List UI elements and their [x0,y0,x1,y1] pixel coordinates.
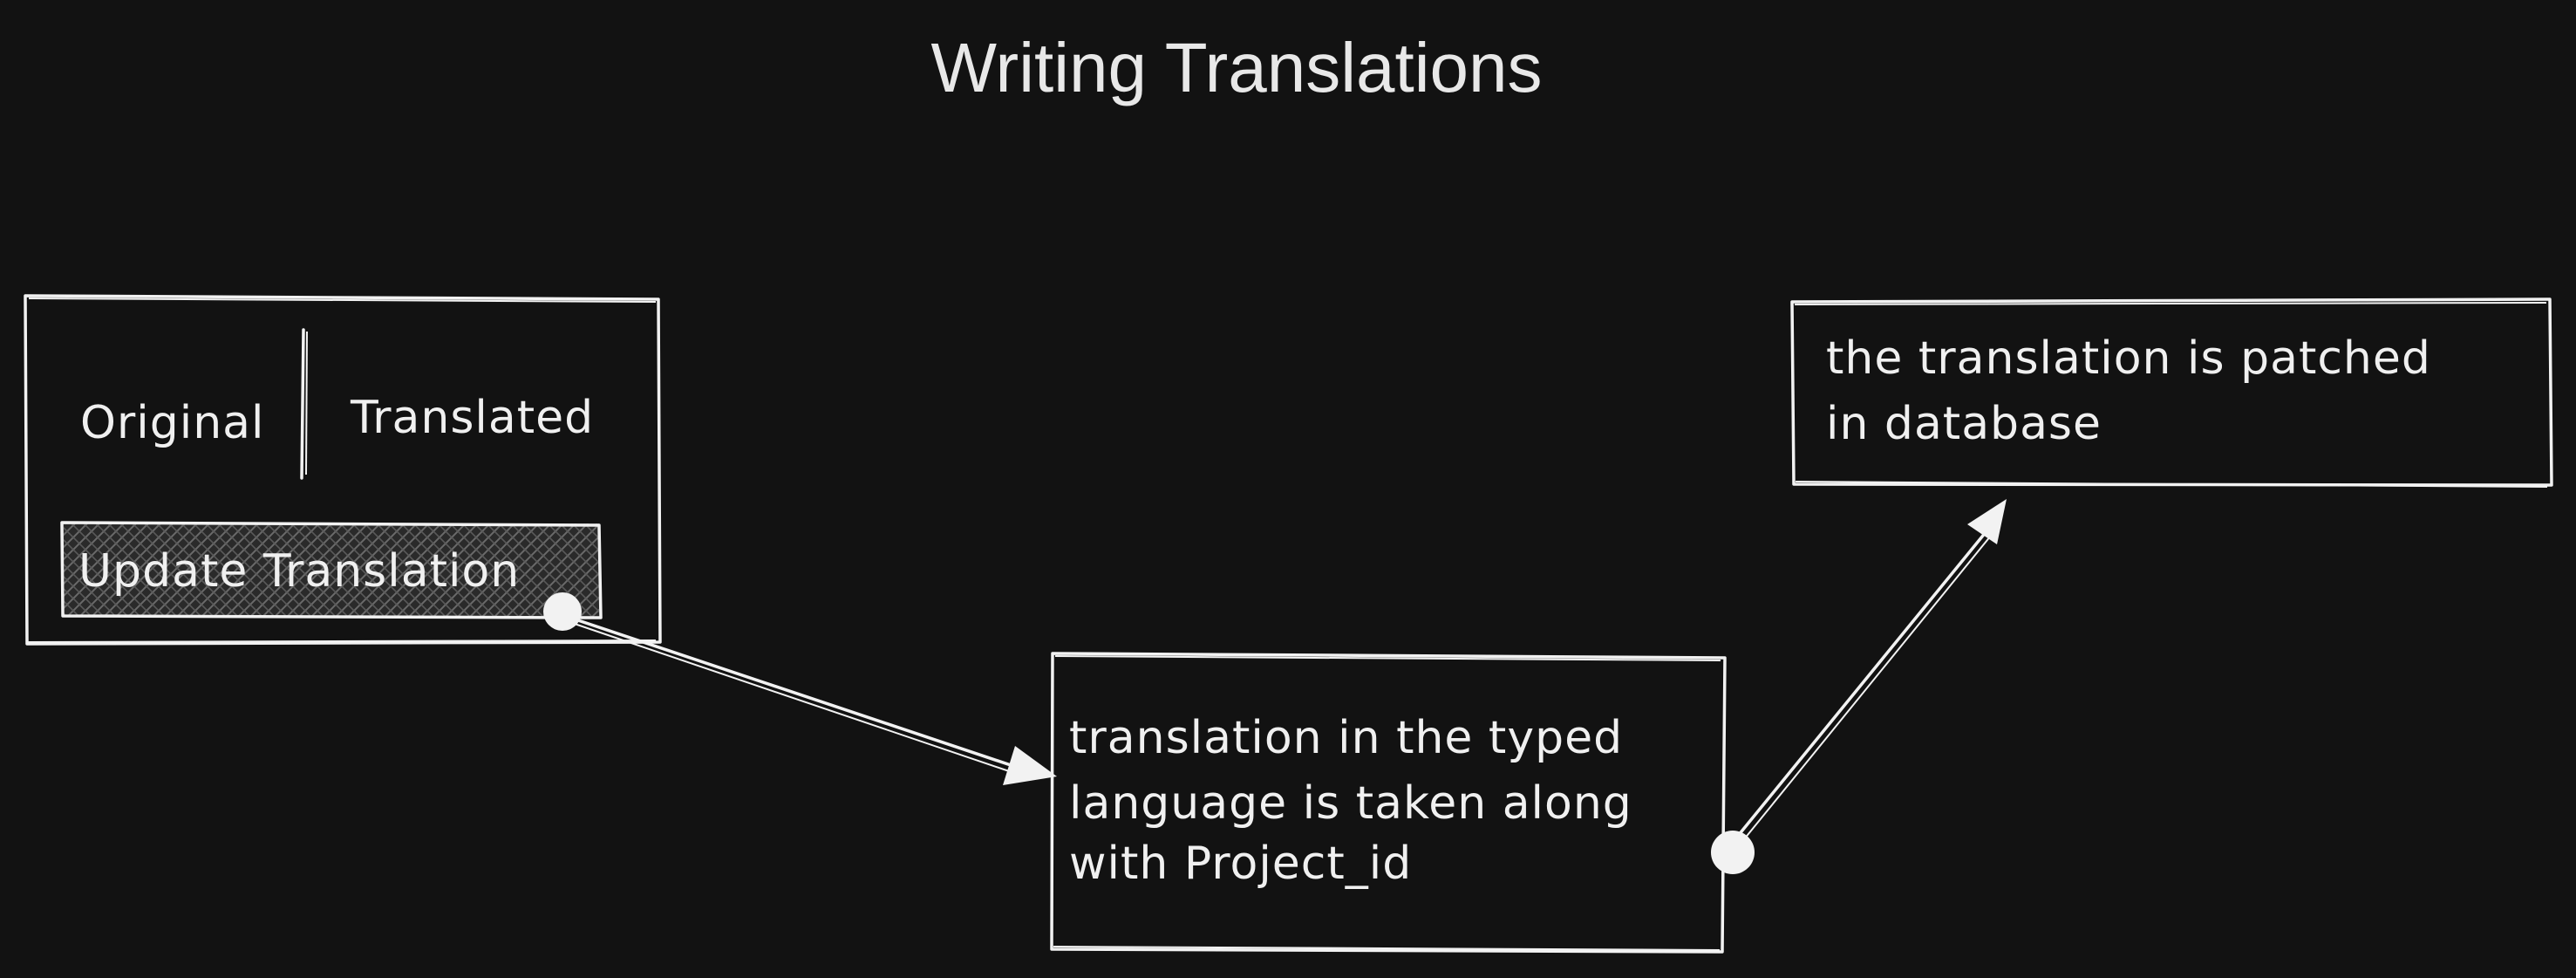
arrow-start-dot [1711,831,1755,874]
arrowhead-icon [1003,746,1057,785]
database-result-box: the translation is patched in database [1790,298,2553,488]
diagram-title: Writing Translations [930,29,1542,106]
middle-text-line-1: translation in the typed [1069,712,1623,764]
translated-label: Translated [350,392,594,444]
arrow-button-to-middle [543,592,1057,785]
middle-process-box: translation in the typed language is tak… [1050,652,1727,954]
arrowhead-icon [1967,499,2007,544]
arrow-middle-to-right [1711,499,2007,874]
diagram-canvas: Writing Translations Original Translated… [24,29,2553,954]
right-text-line-1: the translation is patched [1826,332,2431,385]
translation-ui-card: Original Translated Update Translation [24,294,662,646]
update-translation-button-label: Update Translation [78,545,520,598]
right-text-line-2: in database [1826,398,2102,450]
middle-text-line-2: language is taken along [1069,777,1632,830]
update-translation-button[interactable]: Update Translation [60,521,603,619]
column-divider [300,328,308,480]
original-label: Original [80,397,264,449]
middle-text-line-3: with Project_id [1069,838,1412,890]
